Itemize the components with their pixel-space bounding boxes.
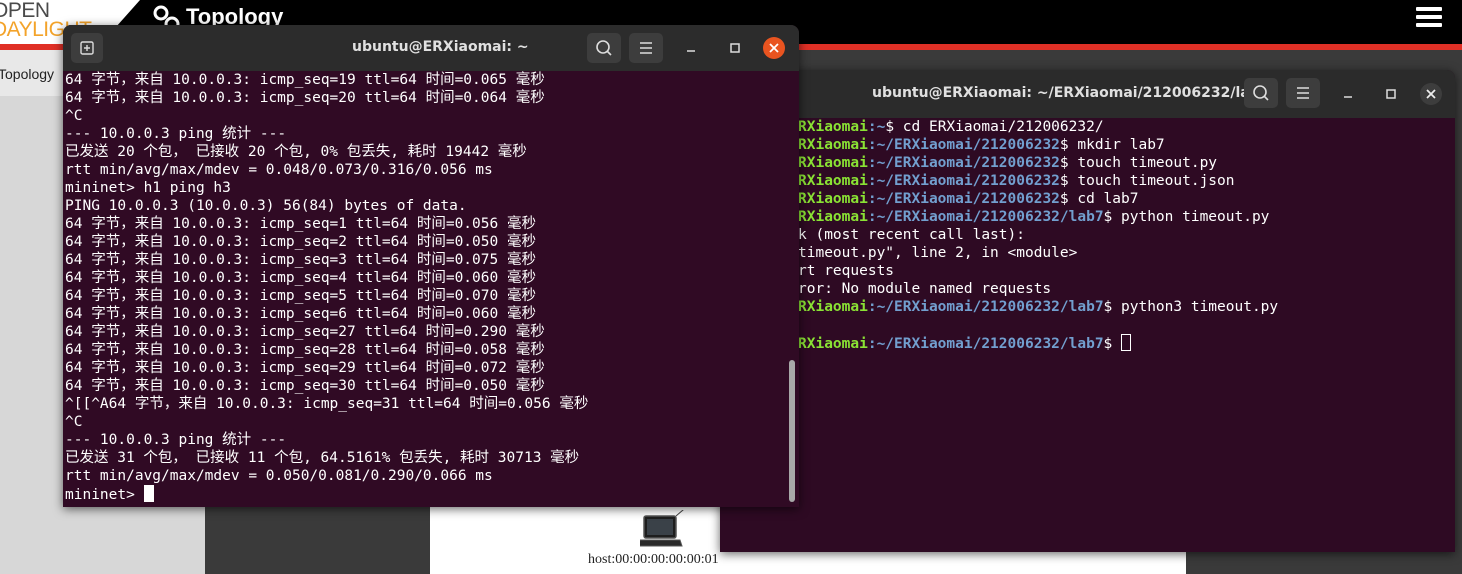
new-tab-icon (80, 41, 94, 55)
menu-icon (1297, 87, 1309, 99)
terminal-prompt-line[interactable]: mininet> (65, 485, 799, 503)
command-text: $ python3 timeout.py (1103, 299, 1279, 315)
command-text: $ cd ERXiaomai/212006232/ (885, 119, 1104, 135)
terminal-line: mininet> h1 ping h3 (65, 180, 231, 196)
close-icon (1426, 89, 1436, 99)
search-icon (1253, 85, 1269, 101)
maximize-icon (730, 43, 740, 53)
terminal-output[interactable]: 64 字节，来自 10.0.0.3: icmp_seq=19 ttl=64 时间… (63, 71, 799, 507)
prompt-path: :~/ERXiaomai/212006232/lab7 (867, 299, 1104, 315)
terminal-line: RXiaomai:~/ERXiaomai/212006232$ touch ti… (720, 172, 1455, 190)
terminal-line: ^C (65, 108, 83, 124)
terminal-line: timeout.py", line 2, in <module> (798, 245, 1078, 261)
terminal-window-mininet[interactable]: ubuntu@ERXiaomai: ~ 64 字节，来自 10.0.0.3: i… (63, 25, 799, 507)
prompt-host: RXiaomai (798, 155, 868, 171)
prompt-host: RXiaomai (798, 119, 868, 135)
terminal-line: 64 字节，来自 10.0.0.3: icmp_seq=20 ttl=64 时间… (65, 90, 545, 106)
terminal-line: --- 10.0.0.3 ping 统计 --- (65, 126, 287, 142)
command-text: $ cd lab7 (1059, 191, 1139, 207)
terminal-line: 64 字节，来自 10.0.0.3: icmp_seq=4 ttl=64 时间=… (65, 270, 536, 286)
terminal-line: 64 字节，来自 10.0.0.3: icmp_seq=27 ttl=64 时间… (65, 324, 545, 340)
text-cursor (1121, 334, 1132, 351)
close-icon (769, 43, 779, 53)
terminal-line: 已发送 20 个包， 已接收 20 个包, 0% 包丢失, 耗时 19442 毫… (65, 144, 527, 160)
command-text: $ mkdir lab7 (1059, 137, 1165, 153)
maximize-icon (1386, 89, 1396, 99)
titlebar[interactable]: ubuntu@ERXiaomai: ~ (63, 25, 799, 71)
terminal-line: RXiaomai:~/ERXiaomai/212006232/lab7$ pyt… (720, 298, 1455, 316)
terminal-line: RXiaomai:~/ERXiaomai/212006232$ cd lab7 (720, 190, 1455, 208)
terminal-line: rt requests (798, 263, 895, 279)
minimize-button[interactable] (681, 38, 701, 58)
terminal-line: 64 字节，来自 10.0.0.3: icmp_seq=29 ttl=64 时间… (65, 360, 545, 376)
terminal-line: rtt min/avg/max/mdev = 0.050/0.081/0.290… (65, 468, 493, 484)
prompt-path: :~/ERXiaomai/212006232 (867, 137, 1060, 153)
window-title: ubuntu@ERXiaomai: ~ (352, 39, 529, 55)
terminal-line: 64 字节，来自 10.0.0.3: icmp_seq=2 ttl=64 时间=… (65, 234, 536, 250)
terminal-line: RXiaomai:~$ cd ERXiaomai/212006232/ (720, 118, 1455, 136)
new-tab-button[interactable] (71, 33, 103, 63)
terminal-line: RXiaomai:~/ERXiaomai/212006232$ mkdir la… (720, 136, 1455, 154)
menu-button[interactable] (629, 33, 663, 63)
terminal-scrollbar[interactable] (789, 360, 795, 502)
search-icon (596, 40, 612, 56)
titlebar[interactable]: ubuntu@ERXiaomai: ~/ERXiaomai/212006232/… (720, 70, 1455, 118)
terminal-line: 64 字节，来自 10.0.0.3: icmp_seq=19 ttl=64 时间… (65, 72, 545, 88)
terminal-line: 64 字节，来自 10.0.0.3: icmp_seq=1 ttl=64 时间=… (65, 216, 536, 232)
window-title: ubuntu@ERXiaomai: ~/ERXiaomai/212006232/… (872, 85, 1270, 101)
prompt-path: :~/ERXiaomai/212006232 (867, 155, 1060, 171)
prompt-path: :~ (867, 119, 886, 135)
sidebar-item-topology[interactable]: Topology (0, 66, 54, 82)
minimize-icon (1344, 96, 1352, 98)
prompt-host: RXiaomai (798, 209, 868, 225)
maximize-button[interactable] (725, 38, 745, 58)
terminal-line: 已发送 31 个包， 已接收 11 个包, 64.5161% 包丢失, 耗时 3… (65, 450, 580, 466)
close-button[interactable] (763, 37, 785, 59)
command-text: $ touch timeout.json (1059, 173, 1235, 189)
terminal-line: RXiaomai:~/ERXiaomai/212006232$ touch ti… (720, 154, 1455, 172)
terminal-line: --- 10.0.0.3 ping 统计 --- (65, 432, 287, 448)
command-text: $ python timeout.py (1103, 209, 1270, 225)
prompt-path: :~/ERXiaomai/212006232/lab7 (867, 209, 1104, 225)
prompt-text: mininet> (65, 487, 144, 503)
prompt-host: RXiaomai (798, 299, 868, 315)
text-cursor (143, 485, 154, 502)
minimize-button[interactable] (1338, 84, 1358, 104)
terminal-line: 64 字节，来自 10.0.0.3: icmp_seq=6 ttl=64 时间=… (65, 306, 536, 322)
terminal-line: ^[[^A64 字节，来自 10.0.0.3: icmp_seq=31 ttl=… (65, 396, 589, 412)
laptop-host-icon[interactable] (640, 510, 684, 552)
terminal-line: k (most recent call last): (798, 227, 1025, 243)
maximize-button[interactable] (1381, 84, 1401, 104)
terminal-output[interactable]: RXiaomai:~$ cd ERXiaomai/212006232/RXiao… (720, 118, 1455, 552)
terminal-line: ^C (65, 414, 83, 430)
command-text: $ (1103, 336, 1122, 352)
terminal-line: PING 10.0.0.3 (10.0.0.3) 56(84) bytes of… (65, 198, 467, 214)
prompt-host: RXiaomai (798, 336, 868, 352)
host-label: host:00:00:00:00:00:01 (588, 552, 719, 567)
command-text: $ touch timeout.py (1059, 155, 1218, 171)
terminal-line: ror: No module named requests (798, 281, 1052, 297)
minimize-icon (687, 50, 695, 52)
terminal-window-lab7[interactable]: ubuntu@ERXiaomai: ~/ERXiaomai/212006232/… (720, 70, 1455, 552)
terminal-line: RXiaomai:~/ERXiaomai/212006232/lab7$ pyt… (720, 208, 1455, 226)
search-button[interactable] (1244, 78, 1278, 108)
hamburger-menu-icon[interactable] (1416, 7, 1442, 27)
terminal-line: 64 字节，来自 10.0.0.3: icmp_seq=3 ttl=64 时间=… (65, 252, 536, 268)
prompt-host: RXiaomai (798, 191, 868, 207)
prompt-path: :~/ERXiaomai/212006232/lab7 (867, 336, 1104, 352)
prompt-path: :~/ERXiaomai/212006232 (867, 173, 1060, 189)
terminal-line: RXiaomai:~/ERXiaomai/212006232/lab7$ (720, 334, 1455, 352)
terminal-line: 64 字节，来自 10.0.0.3: icmp_seq=5 ttl=64 时间=… (65, 288, 536, 304)
search-button[interactable] (587, 33, 621, 63)
terminal-line: 64 字节，来自 10.0.0.3: icmp_seq=30 ttl=64 时间… (65, 378, 545, 394)
close-button[interactable] (1420, 83, 1442, 105)
menu-icon (640, 42, 652, 54)
prompt-host: RXiaomai (798, 137, 868, 153)
terminal-line: rtt min/avg/max/mdev = 0.048/0.073/0.316… (65, 162, 493, 178)
terminal-line: 64 字节，来自 10.0.0.3: icmp_seq=28 ttl=64 时间… (65, 342, 545, 358)
prompt-host: RXiaomai (798, 173, 868, 189)
menu-button[interactable] (1286, 78, 1320, 108)
prompt-path: :~/ERXiaomai/212006232 (867, 191, 1060, 207)
